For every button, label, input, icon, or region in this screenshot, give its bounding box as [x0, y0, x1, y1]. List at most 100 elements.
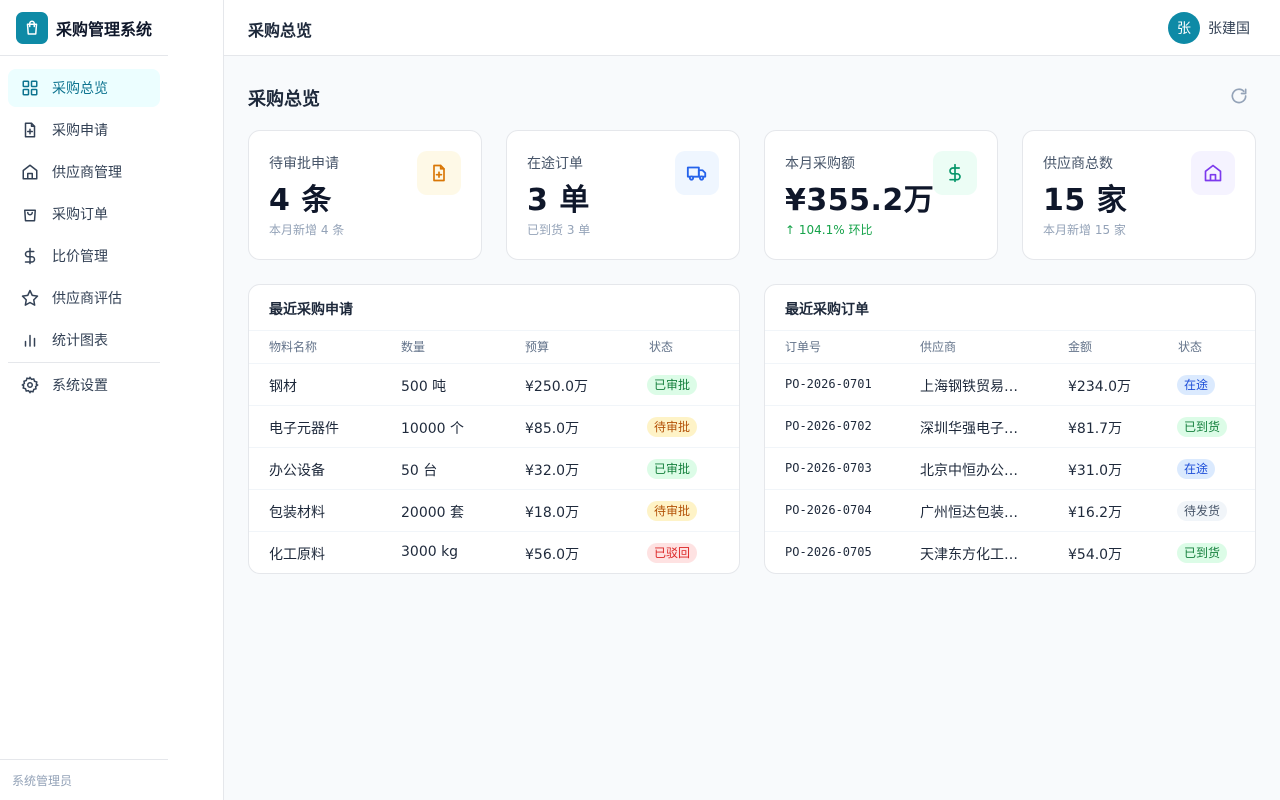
divider [765, 330, 1255, 331]
divider [0, 759, 168, 760]
sidebar-item-label: 供应商评估 [52, 291, 122, 307]
sidebar-item-overview[interactable]: 采购总览 [8, 69, 160, 107]
table-row[interactable]: PO-2026-0703 北京中恒办公… ¥31.0万 在途 [765, 447, 1255, 489]
material-name: 钢材 [269, 379, 297, 395]
sidebar-item-requests[interactable]: 采购申请 [8, 111, 160, 149]
brand[interactable]: 采购管理系统 [16, 11, 152, 45]
supplier-name: 天津东方化工… [920, 547, 1018, 563]
material-name: 办公设备 [269, 463, 325, 479]
stat-value: 4 条 [269, 183, 332, 218]
star-icon [20, 288, 40, 308]
order-number[interactable]: PO-2026-0704 [785, 503, 872, 517]
sidebar-item-settings[interactable]: 系统设置 [8, 366, 160, 404]
order-number[interactable]: PO-2026-0702 [785, 419, 872, 433]
sidebar-item-suppliers[interactable]: 供应商管理 [8, 153, 160, 191]
order-number[interactable]: PO-2026-0703 [785, 461, 872, 475]
table-row[interactable]: 包装材料 20000 套 ¥18.0万 待审批 [249, 489, 739, 531]
stat-card-in-transit[interactable]: 在途订单 3 单 已到货 3 单 [506, 130, 740, 260]
quantity: 500 吨 [401, 379, 447, 395]
app-title: 采购管理系统 [56, 20, 153, 39]
stat-card-suppliers[interactable]: 供应商总数 15 家 本月新增 15 家 [1022, 130, 1256, 260]
amount: ¥81.7万 [1068, 421, 1123, 437]
file-plus-icon [417, 151, 461, 195]
dollar-icon [933, 151, 977, 195]
table-row[interactable]: 电子元器件 10000 个 ¥85.0万 待审批 [249, 405, 739, 447]
sidebar-item-label: 比价管理 [52, 249, 108, 265]
column-header: 订单号 [785, 340, 822, 354]
grid-icon [20, 78, 40, 98]
user-menu[interactable]: 张 张建国 [1168, 12, 1250, 44]
truck-icon [675, 151, 719, 195]
supplier-name: 深圳华强电子… [920, 421, 1018, 437]
table-row[interactable]: PO-2026-0702 深圳华强电子… ¥81.7万 已到货 [765, 405, 1255, 447]
panel-title: 最近采购申请 [269, 302, 353, 318]
status-badge: 在途 [1177, 459, 1216, 479]
bar-chart-icon [20, 330, 40, 350]
recent-orders-panel: 最近采购订单 订单号 供应商 金额 状态 PO-2026-0701 上海钢铁贸易… [764, 284, 1256, 574]
column-header: 金额 [1068, 340, 1093, 354]
quantity: 50 台 [401, 463, 438, 479]
stat-card-pending[interactable]: 待审批申请 4 条 本月新增 4 条 [248, 130, 482, 260]
stat-label: 供应商总数 [1043, 156, 1113, 172]
top-header: 采购总览 张 张建国 [224, 0, 1280, 56]
sidebar: 采购管理系统 采购总览 采购申请 供应商管理 采购订单 比价管理 供应商评估 统… [0, 0, 224, 800]
stat-sub: 已到货 3 单 [527, 223, 591, 237]
table-row[interactable]: PO-2026-0701 上海钢铁贸易… ¥234.0万 在途 [765, 363, 1255, 405]
sidebar-item-label: 采购订单 [52, 207, 108, 223]
table-row[interactable]: PO-2026-0704 广州恒达包装… ¥16.2万 待发货 [765, 489, 1255, 531]
sidebar-item-statistics[interactable]: 统计图表 [8, 321, 160, 359]
table-row[interactable]: 钢材 500 吨 ¥250.0万 已审批 [249, 363, 739, 405]
status-badge: 在途 [1177, 375, 1216, 395]
table-row[interactable]: 化工原料 3000 kg ¥56.0万 已驳回 [249, 531, 739, 573]
budget: ¥85.0万 [525, 421, 580, 437]
stat-value: 3 单 [527, 183, 590, 218]
home-icon [1191, 151, 1235, 195]
column-header: 供应商 [920, 340, 957, 354]
table-row[interactable]: PO-2026-0705 天津东方化工… ¥54.0万 已到货 [765, 531, 1255, 573]
sidebar-item-label: 采购申请 [52, 123, 108, 139]
status-badge: 已驳回 [647, 543, 698, 563]
recent-requests-panel: 最近采购申请 物料名称 数量 预算 状态 钢材 500 吨 ¥250.0万 已审… [248, 284, 740, 574]
budget: ¥18.0万 [525, 505, 580, 521]
sidebar-item-price-compare[interactable]: 比价管理 [8, 237, 160, 275]
refresh-button[interactable] [1229, 86, 1249, 106]
column-header: 状态 [649, 340, 674, 354]
panel-title: 最近采购订单 [785, 302, 869, 318]
divider [249, 330, 739, 331]
supplier-name: 广州恒达包装… [920, 505, 1018, 521]
quantity: 3000 kg [401, 544, 459, 560]
status-badge: 已到货 [1177, 543, 1228, 563]
stat-card-monthly-spend[interactable]: 本月采购额 ¥355.2万 ↑ 104.1% 环比 [764, 130, 998, 260]
dollar-icon [20, 246, 40, 266]
order-number[interactable]: PO-2026-0705 [785, 545, 872, 559]
stat-trend: ↑ 104.1% 环比 [785, 223, 873, 237]
sidebar-item-orders[interactable]: 采购订单 [8, 195, 160, 233]
sidebar-item-label: 系统设置 [52, 378, 108, 394]
stat-label: 在途订单 [527, 156, 583, 172]
user-name: 张建国 [1208, 21, 1250, 37]
order-number[interactable]: PO-2026-0701 [785, 377, 872, 391]
material-name: 电子元器件 [269, 421, 339, 437]
stat-value: 15 家 [1043, 183, 1128, 218]
home-icon [20, 162, 40, 182]
status-badge: 待发货 [1177, 501, 1228, 521]
status-badge: 待审批 [647, 501, 698, 521]
sidebar-item-evaluation[interactable]: 供应商评估 [8, 279, 160, 317]
stat-label: 待审批申请 [269, 156, 339, 172]
amount: ¥54.0万 [1068, 547, 1123, 563]
amount: ¥234.0万 [1068, 379, 1131, 395]
page-title: 采购总览 [248, 89, 320, 110]
material-name: 化工原料 [269, 547, 325, 563]
stat-sub: 本月新增 15 家 [1043, 223, 1126, 237]
quantity: 20000 套 [401, 505, 464, 521]
material-name: 包装材料 [269, 505, 325, 521]
status-badge: 已审批 [647, 459, 698, 479]
avatar[interactable]: 张 [1168, 12, 1200, 44]
stat-label: 本月采购额 [785, 156, 855, 172]
table-row[interactable]: 办公设备 50 台 ¥32.0万 已审批 [249, 447, 739, 489]
shopping-bag-logo-icon [16, 12, 48, 44]
status-badge: 待审批 [647, 417, 698, 437]
amount: ¥31.0万 [1068, 463, 1123, 479]
column-header: 数量 [401, 340, 426, 354]
supplier-name: 北京中恒办公… [920, 463, 1018, 479]
